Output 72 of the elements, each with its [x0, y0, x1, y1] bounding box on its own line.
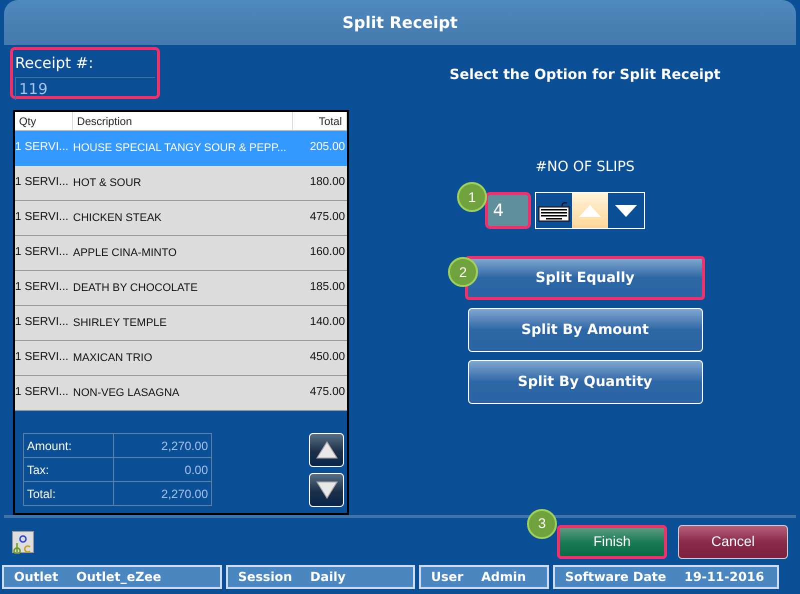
cancel-button[interactable]: Cancel [678, 524, 788, 558]
qty-cell-text: 1 SERVI... [15, 315, 70, 330]
qty-cell-text: 1 SERVI... [15, 140, 70, 156]
status-value: Admin [481, 568, 526, 586]
status-value: Daily [310, 568, 346, 586]
qty-cell-text: 1 SERVI... [15, 385, 70, 400]
table-row[interactable]: 1 SERVI... CHICKEN STEAK 475.00 [15, 201, 347, 236]
callout-marker: 3 [527, 508, 557, 538]
column-header[interactable]: Description [73, 112, 293, 130]
table-row[interactable]: 1 SERVI... HOT & SOUR 180.00 [15, 166, 347, 201]
totals-value: 2,270.00 [114, 482, 212, 506]
total-cell-text: 160.00 [308, 245, 346, 260]
keyboard-icon [538, 200, 570, 222]
totals-value: 2,270.00 [114, 434, 212, 458]
triangle-up-icon [316, 441, 338, 459]
total-cell-text: 180.00 [308, 175, 346, 190]
finish-button[interactable]: Finish [557, 524, 667, 558]
totals-label: Total: [24, 482, 114, 506]
table-row[interactable]: 1 SERVI... SHIRLEY TEMPLE 140.00 [15, 306, 347, 341]
totals-label: Tax: [24, 458, 114, 482]
status-label: Outlet [14, 568, 58, 586]
total-cell-text: 475.00 [308, 210, 346, 226]
section-heading: Select the Option for Split Receipt [450, 66, 720, 85]
split-option-button[interactable]: Split By Quantity [468, 360, 702, 404]
split-option-button[interactable]: Split By Amount [468, 308, 702, 352]
table-row[interactable]: 1 SERVI... MAXICAN TRIO 450.00 [15, 341, 347, 376]
column-header[interactable]: Qty [15, 112, 73, 130]
totals-value: 0.00 [114, 458, 212, 482]
split-option-button[interactable]: Split Equally [465, 256, 705, 300]
status-label: User [431, 568, 464, 586]
table-row[interactable]: 1 SERVI... APPLE CINA-MINTO 160.00 [15, 236, 347, 271]
receipt-label: Receipt #: [15, 53, 94, 74]
slips-field[interactable]: 4 [485, 192, 531, 229]
qty-cell-text: 1 SERVI... [15, 175, 70, 190]
callout-marker: 2 [448, 257, 478, 287]
status-value: 19-11-2016 [684, 568, 764, 586]
triangle-down-icon [615, 204, 637, 216]
totals-label: Amount: [24, 434, 114, 458]
total-cell-text: 205.00 [308, 140, 346, 156]
spell-check-button[interactable] [12, 530, 34, 552]
description-cell-text: HOT & SOUR [73, 176, 142, 191]
description-cell-text: APPLE CINA-MINTO [73, 246, 178, 261]
description-cell-text: SHIRLEY TEMPLE [73, 316, 168, 331]
total-cell-text: 475.00 [308, 385, 346, 400]
callout-marker: 1 [457, 182, 487, 212]
table-row[interactable]: 1 SERVI... DEATH BY CHOCOLATE 185.00 [15, 271, 347, 306]
status-label: Session [238, 568, 292, 586]
triangle-down-icon [316, 481, 338, 499]
qty-cell-text: 1 SERVI... [15, 280, 70, 296]
scroll-up-button[interactable] [309, 433, 344, 467]
description-cell-text: DEATH BY CHOCOLATE [73, 280, 199, 296]
scroll-down-button[interactable] [309, 473, 344, 507]
receipt-field[interactable]: Receipt #: 119 [10, 47, 160, 99]
total-cell-text: 450.00 [308, 350, 346, 366]
receipt-number: 119 [15, 76, 155, 100]
triangle-up-icon [579, 204, 601, 216]
qty-cell-text: 1 SERVI... [15, 210, 70, 226]
table-row[interactable]: 1 SERVI... NON-VEG LASAGNA 475.00 [15, 376, 347, 411]
total-cell-text: 140.00 [308, 315, 346, 330]
slips-label: #NO OF SLIPS [535, 158, 635, 177]
description-cell-text: CHICKEN STEAK [73, 210, 163, 226]
spell-check-icon [13, 534, 33, 554]
description-cell-text: MAXICAN TRIO [73, 350, 154, 366]
column-header[interactable]: Total [293, 112, 347, 130]
status-value: Outlet_eZee [76, 568, 162, 586]
status-label: Software Date [565, 568, 666, 586]
description-cell-text: NON-VEG LASAGNA [73, 386, 180, 401]
qty-cell-text: 1 SERVI... [15, 245, 70, 260]
qty-cell-text: 1 SERVI... [15, 350, 70, 366]
window-title: Split Receipt [4, 0, 796, 45]
description-cell-text: HOUSE SPECIAL TANGY SOUR & PEPP... [73, 140, 288, 156]
total-cell-text: 185.00 [308, 280, 346, 296]
